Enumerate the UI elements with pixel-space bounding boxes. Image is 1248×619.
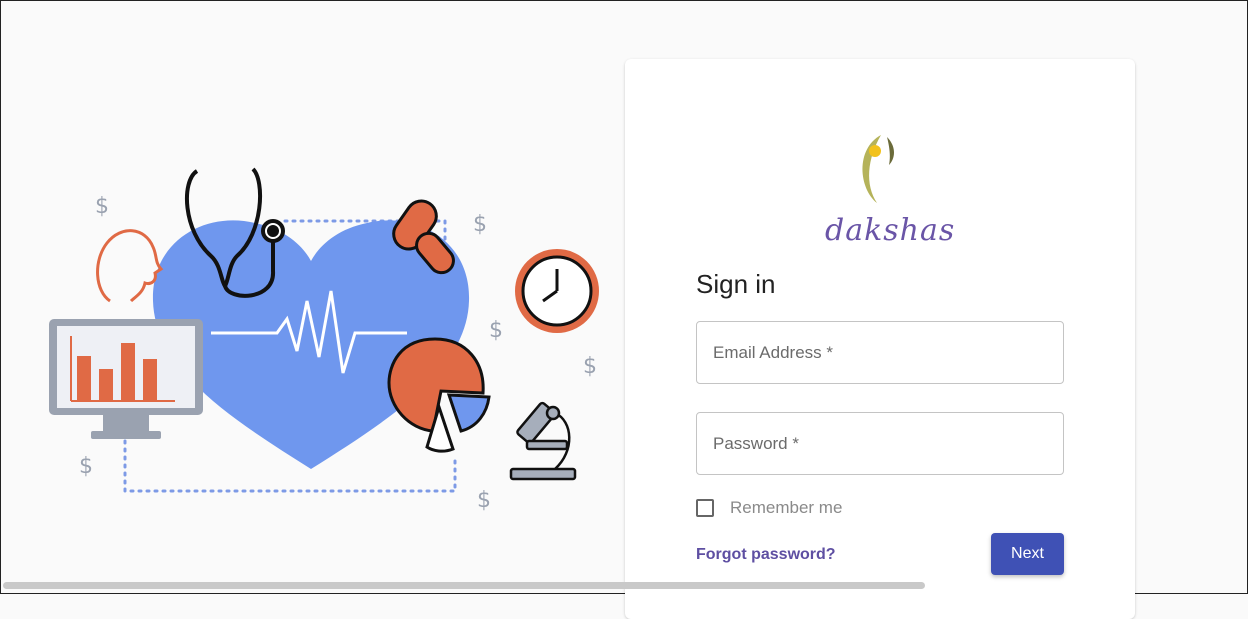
pie-chart-icon [387,337,491,453]
email-input[interactable] [697,322,1063,383]
microscope-icon [509,401,577,481]
svg-text:$: $ [79,454,93,479]
email-field[interactable] [696,321,1064,384]
svg-text:$: $ [477,488,491,513]
medical-illustration: $ $ $ $ $ $ [49,167,599,513]
remember-me[interactable]: Remember me [696,498,842,518]
horizontal-scrollbar[interactable] [3,582,925,589]
brand-name: dakshas [825,213,956,248]
page: $ $ $ $ $ $ dakshas Sign in Remember m [1,1,1247,619]
sign-in-card: dakshas Sign in Remember me Forgot passw… [625,59,1135,619]
svg-text:$: $ [489,318,503,343]
svg-text:$: $ [95,194,109,219]
remember-me-label: Remember me [730,498,843,517]
brand-logo: dakshas [825,129,956,249]
next-button[interactable]: Next [991,533,1064,575]
forgot-password-link[interactable]: Forgot password? [696,546,836,564]
password-input[interactable] [697,413,1063,474]
svg-text:$: $ [473,212,487,237]
page-title: Sign in [696,269,776,299]
monitor-chart-icon [49,319,203,439]
password-field[interactable] [696,412,1064,475]
svg-text:$: $ [583,354,597,379]
clock-icon [515,249,599,333]
remember-me-checkbox[interactable] [696,499,714,517]
leaf-logo-icon [862,135,894,203]
head-icon [96,229,164,303]
